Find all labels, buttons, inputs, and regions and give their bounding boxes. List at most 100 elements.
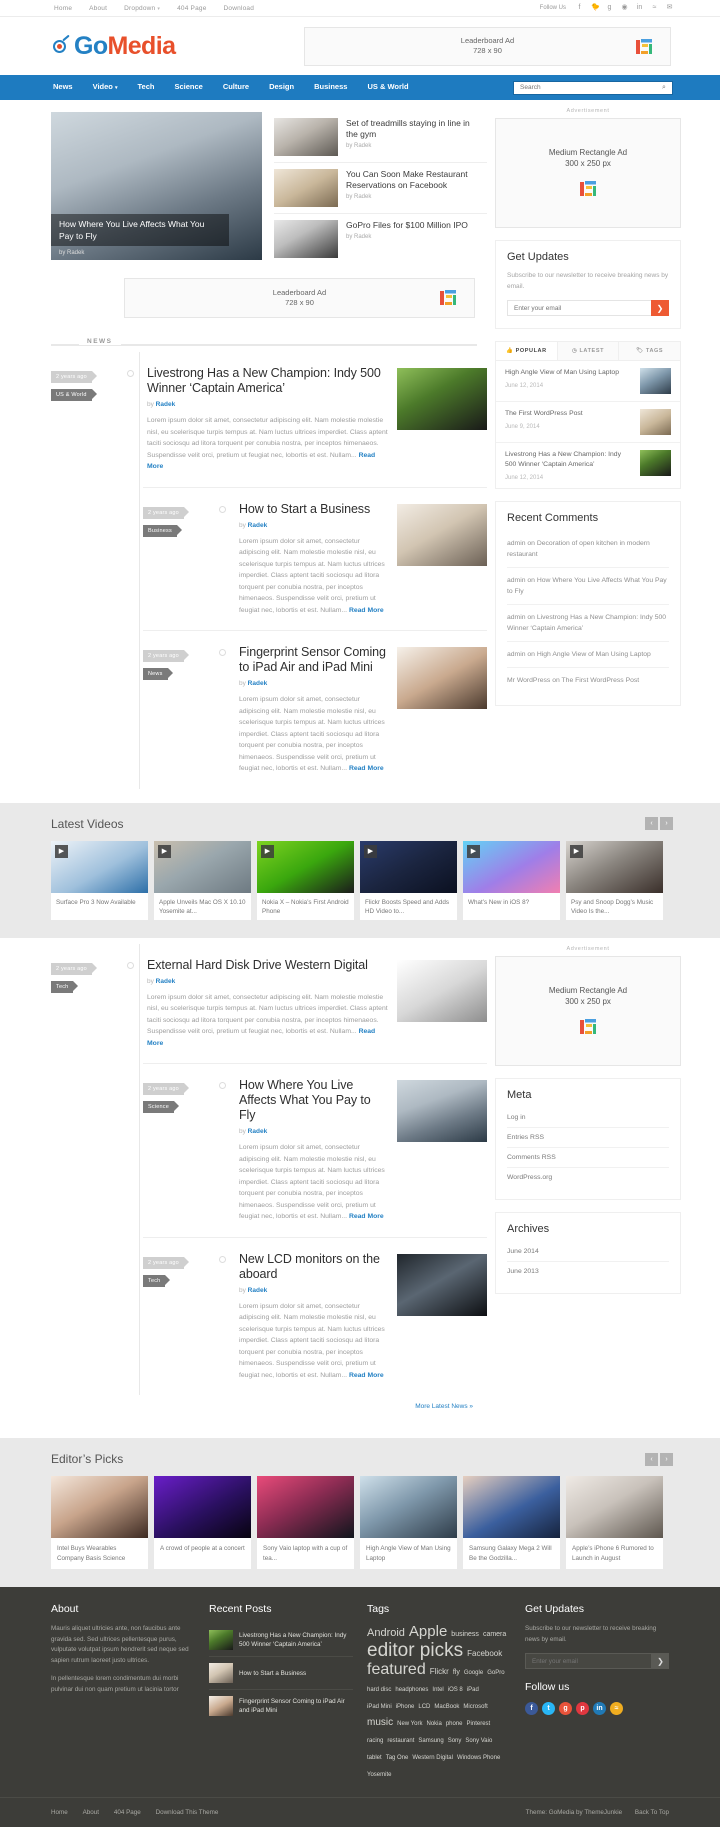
footer-recent-post[interactable]: Livestrong Has a New Champion: Indy 500 …: [209, 1624, 353, 1657]
play-icon[interactable]: ▶: [158, 844, 171, 858]
post-author[interactable]: Radek: [156, 978, 176, 985]
video-card[interactable]: ▶ Psy and Snoop Dogg’s Music Video Is th…: [566, 840, 663, 920]
footer-theme-credit[interactable]: Theme: GoMedia by ThemeJunkie: [526, 1809, 622, 1816]
tag-link[interactable]: Android: [367, 1625, 405, 1641]
post-category-badge[interactable]: News: [143, 668, 173, 680]
tab-popular[interactable]: 👍 POPULAR: [496, 342, 558, 360]
tag-link[interactable]: Google: [464, 1665, 483, 1681]
recent-comment-item[interactable]: Mr WordPress on The First WordPress Post: [507, 668, 669, 693]
top-nav-item-home[interactable]: Home: [54, 5, 72, 12]
post-author[interactable]: Radek: [248, 1287, 268, 1294]
twitter-icon[interactable]: t: [542, 1702, 555, 1715]
pick-card[interactable]: Apple’s iPhone 6 Rumored to Launch in Au…: [566, 1476, 663, 1569]
tag-link[interactable]: racing: [367, 1733, 383, 1749]
google-plus-icon[interactable]: g: [559, 1702, 572, 1715]
post-category-badge[interactable]: Business: [143, 524, 182, 537]
meta-link-wordpress-org[interactable]: WordPress.org: [507, 1168, 669, 1187]
nav-item-news[interactable]: News: [43, 74, 83, 101]
tag-link[interactable]: Apple: [409, 1624, 447, 1640]
post-author[interactable]: Radek: [248, 522, 268, 529]
google-plus-icon[interactable]: g: [606, 4, 613, 12]
recent-comment-item[interactable]: admin on Decoration of open kitchen in m…: [507, 531, 669, 568]
featured-list-item[interactable]: Set of treadmills staying in line in the…: [274, 112, 487, 163]
top-nav-item-404[interactable]: 404 Page: [177, 5, 206, 12]
nav-item-us-world[interactable]: US & World: [357, 74, 418, 101]
post-title[interactable]: How Where You Live Affects What You Pay …: [239, 1078, 389, 1123]
tag-link[interactable]: Pinterest: [467, 1716, 491, 1732]
recent-comment-item[interactable]: admin on How Where You Live Affects What…: [507, 568, 669, 605]
news-post[interactable]: 2 years ago Science How Where You Live A…: [143, 1063, 487, 1237]
email-icon[interactable]: ✉: [666, 4, 673, 12]
more-latest-news-link[interactable]: More Latest News »: [39, 1395, 487, 1424]
search-input[interactable]: [514, 84, 656, 91]
tab-tags[interactable]: 🏷 TAGS: [619, 342, 681, 360]
tag-link[interactable]: iPhone: [396, 1699, 415, 1715]
search-icon[interactable]: ⌕: [656, 84, 672, 92]
tag-link[interactable]: Samsung: [418, 1733, 443, 1749]
post-author[interactable]: Radek: [248, 680, 268, 687]
top-nav-item-download[interactable]: Download: [224, 5, 255, 12]
rss-icon[interactable]: ≈: [651, 4, 658, 12]
carousel-next-button[interactable]: ›: [660, 1452, 673, 1466]
footer-newsletter-email-input[interactable]: [525, 1653, 652, 1669]
tag-link[interactable]: iPad Mini: [367, 1699, 392, 1715]
medium-rectangle-ad-bottom[interactable]: Medium Rectangle Ad 300 x 250 px: [495, 955, 681, 1066]
linkedin-icon[interactable]: in: [593, 1702, 606, 1715]
archive-link-june-2014[interactable]: June 2014: [507, 1242, 669, 1262]
leaderboard-ad-top[interactable]: Leaderboard Ad 728 x 90: [304, 26, 671, 66]
tag-link[interactable]: phone: [446, 1716, 463, 1732]
video-card[interactable]: ▶ What’s New in iOS 8?: [463, 840, 560, 920]
linkedin-icon[interactable]: in: [636, 4, 643, 12]
recent-comment-item[interactable]: admin on High Angle View of Man Using La…: [507, 642, 669, 668]
tag-link[interactable]: Nokia: [426, 1716, 441, 1732]
post-category-badge[interactable]: US & World: [51, 389, 97, 401]
news-section-tab[interactable]: NEWS: [79, 338, 121, 345]
tag-link[interactable]: iOS 8: [448, 1682, 463, 1698]
facebook-icon[interactable]: f: [576, 4, 583, 12]
read-more-link[interactable]: Read More: [349, 1372, 384, 1379]
news-post[interactable]: 2 years ago News Fingerprint Sensor Comi…: [143, 630, 487, 789]
post-author[interactable]: Radek: [156, 401, 176, 408]
footer-link-home[interactable]: Home: [51, 1809, 68, 1816]
post-title[interactable]: Fingerprint Sensor Coming to iPad Air an…: [239, 645, 389, 675]
news-post[interactable]: 2 years ago Tech New LCD monitors on the…: [143, 1236, 487, 1396]
nav-item-culture[interactable]: Culture: [213, 74, 259, 101]
pick-card[interactable]: Intel Buys Wearables Company Basis Scien…: [51, 1476, 148, 1569]
tag-link[interactable]: headphones: [395, 1682, 428, 1698]
footer-link-download-theme[interactable]: Download This Theme: [156, 1809, 219, 1816]
meta-link-login[interactable]: Log in: [507, 1108, 669, 1128]
tag-link[interactable]: Microsoft: [463, 1699, 487, 1715]
top-nav-item-dropdown[interactable]: Dropdown ▾: [124, 5, 160, 12]
search-box[interactable]: ⌕: [513, 80, 673, 95]
news-post[interactable]: 2 years ago US & World Livestrong Has a …: [51, 352, 487, 487]
rss-icon[interactable]: ≈: [610, 1702, 623, 1715]
play-icon[interactable]: ▶: [467, 844, 480, 858]
back-to-top-link[interactable]: Back To Top: [635, 1809, 669, 1816]
tag-link[interactable]: Windows Phone: [457, 1750, 500, 1766]
meta-link-comments-rss[interactable]: Comments RSS: [507, 1148, 669, 1168]
news-post[interactable]: 2 years ago Business How to Start a Busi…: [143, 486, 487, 631]
tag-link[interactable]: Intel: [432, 1682, 443, 1698]
play-icon[interactable]: ▶: [364, 844, 377, 858]
popular-post-row[interactable]: Livestrong Has a New Champion: Indy 500 …: [496, 443, 680, 488]
read-more-link[interactable]: Read More: [349, 607, 384, 614]
tag-link[interactable]: fly: [453, 1665, 460, 1681]
tag-link[interactable]: Sony Vaio: [465, 1733, 492, 1749]
tag-link[interactable]: Sony: [448, 1733, 462, 1749]
tag-link[interactable]: editor picks: [367, 1641, 463, 1660]
carousel-prev-button[interactable]: ‹: [645, 817, 658, 830]
footer-recent-post[interactable]: How to Start a Business: [209, 1657, 353, 1690]
carousel-next-button[interactable]: ›: [660, 817, 673, 830]
post-title[interactable]: Livestrong Has a New Champion: Indy 500 …: [147, 366, 389, 396]
popular-post-row[interactable]: The First WordPress Post June 9, 2014: [496, 402, 680, 443]
meta-link-entries-rss[interactable]: Entries RSS: [507, 1128, 669, 1148]
nav-item-tech[interactable]: Tech: [128, 74, 165, 101]
post-title[interactable]: New LCD monitors on the aboard: [239, 1252, 389, 1282]
tag-link[interactable]: GoPro: [487, 1665, 504, 1681]
tag-link[interactable]: restaurant: [387, 1733, 414, 1749]
tag-link[interactable]: iPad: [467, 1682, 479, 1698]
tag-link[interactable]: featured: [367, 1662, 426, 1678]
top-nav-item-about[interactable]: About: [89, 5, 107, 12]
read-more-link[interactable]: Read More: [349, 1213, 384, 1220]
read-more-link[interactable]: Read More: [349, 765, 384, 772]
